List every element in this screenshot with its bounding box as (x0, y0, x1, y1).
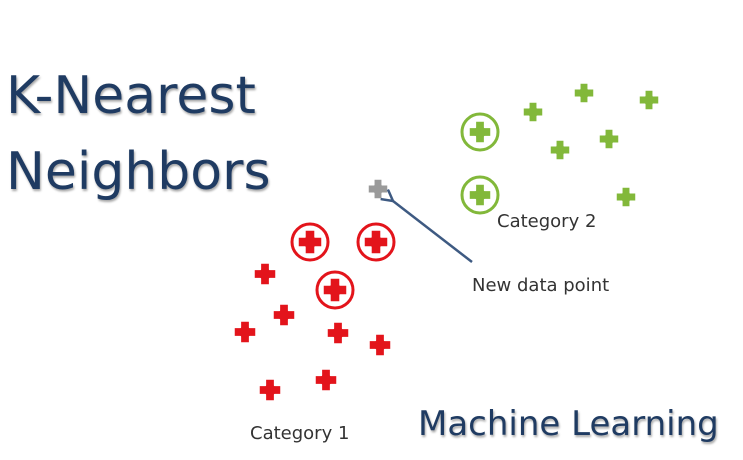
knn-diagram: Category 2 New data point Category 1 (233, 82, 660, 444)
category-1-point-3 (233, 320, 257, 344)
category-2-point-8 (468, 183, 492, 207)
arrow-icon (393, 201, 473, 263)
category-1-point-10 (322, 277, 348, 303)
category-2-point-2 (573, 82, 595, 104)
category-2-point-1 (522, 101, 544, 123)
category-1-point-4 (326, 321, 350, 345)
new-data-point-label: New data point (472, 275, 609, 296)
category-2-point-6 (615, 186, 637, 208)
category-1-point-6 (314, 368, 338, 392)
category-1-point-2 (272, 303, 296, 327)
category-1-point-7 (258, 378, 282, 402)
category-1-point-5 (368, 333, 392, 357)
new-data-point-point-1 (367, 178, 389, 200)
category-1-point-1 (253, 262, 277, 286)
category-2-label: Category 2 (497, 211, 596, 232)
category-2-point-7 (468, 120, 492, 144)
category-1-label: Category 1 (250, 423, 349, 444)
category-1-point-9 (363, 229, 389, 255)
category-2-point-5 (549, 139, 571, 161)
category-1-point-8 (297, 229, 323, 255)
footer-subtitle: Machine Learning (418, 404, 719, 444)
category-2-point-4 (598, 128, 620, 150)
category-2-point-3 (638, 89, 660, 111)
